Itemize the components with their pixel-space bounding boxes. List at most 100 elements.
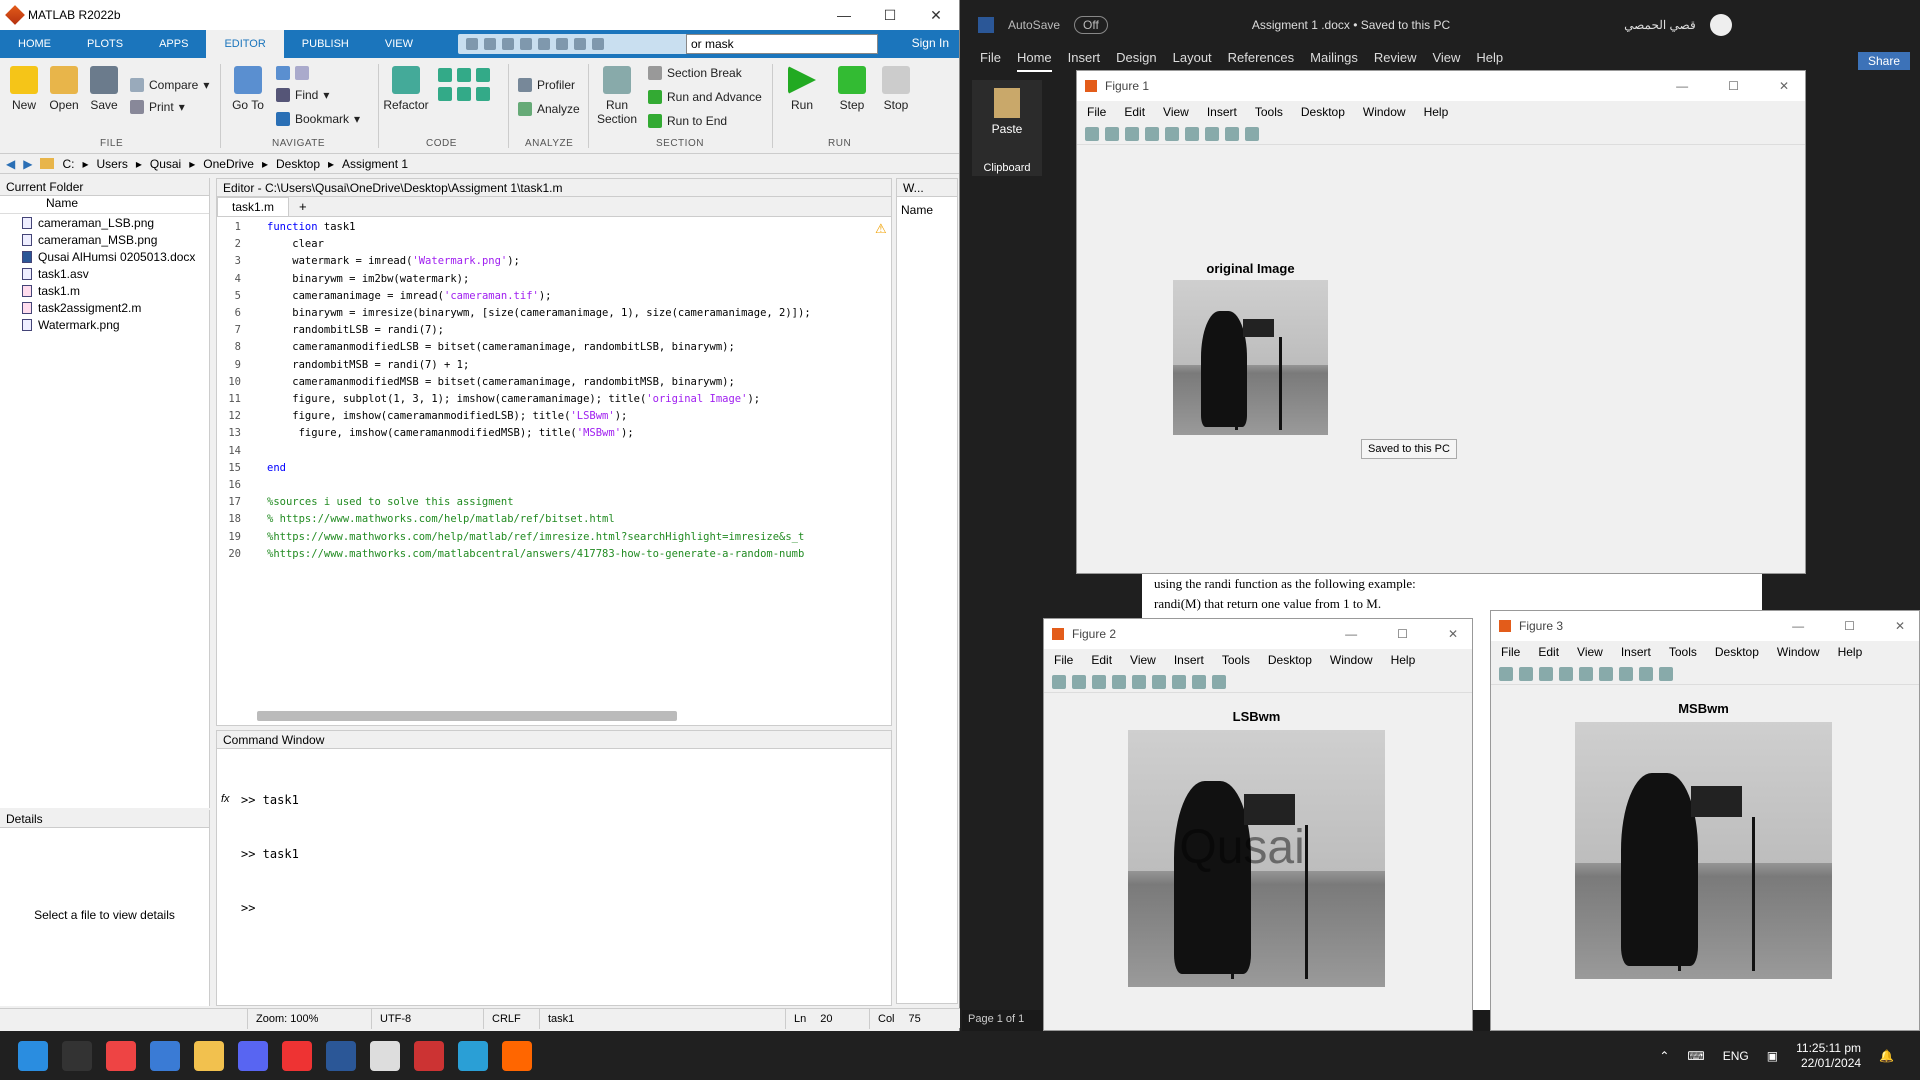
path-segment[interactable]: Qusai: [150, 157, 181, 171]
tab-home[interactable]: HOME: [0, 30, 69, 58]
menu-edit[interactable]: Edit: [1091, 653, 1112, 667]
matlab-icon[interactable]: [502, 1040, 532, 1071]
pointer-icon[interactable]: [1639, 666, 1653, 681]
menu-window[interactable]: Window: [1330, 653, 1373, 667]
legend-icon[interactable]: [1619, 666, 1633, 681]
save-button[interactable]: Save: [88, 66, 120, 112]
menu-view[interactable]: View: [1432, 50, 1460, 72]
code-area[interactable]: function task1 clear watermark = imread(…: [245, 219, 845, 563]
menu-tools[interactable]: Tools: [1222, 653, 1250, 667]
menu-help[interactable]: Help: [1476, 50, 1503, 72]
tab-apps[interactable]: APPS: [141, 30, 206, 58]
menu-file[interactable]: File: [1087, 105, 1106, 119]
save-icon[interactable]: [1539, 666, 1553, 681]
paste-icon[interactable]: [994, 88, 1020, 118]
menu-desktop[interactable]: Desktop: [1268, 653, 1312, 667]
minimize-button[interactable]: —: [1792, 619, 1804, 633]
menu-window[interactable]: Window: [1777, 645, 1820, 659]
print-icon[interactable]: [1559, 666, 1573, 681]
menu-tools[interactable]: Tools: [1255, 105, 1283, 119]
new-figure-icon[interactable]: [1052, 674, 1066, 689]
print-icon[interactable]: [1145, 126, 1159, 141]
avatar[interactable]: [1709, 14, 1732, 36]
refactor-button[interactable]: Refactor: [382, 66, 430, 112]
link-icon[interactable]: [1165, 126, 1179, 141]
section-break-button[interactable]: Section Break: [648, 66, 742, 80]
path-segment[interactable]: Assigment 1: [342, 157, 408, 171]
colorbar-icon[interactable]: [1152, 674, 1166, 689]
stop-button[interactable]: Stop: [876, 66, 916, 112]
link-icon[interactable]: [1132, 674, 1146, 689]
print-icon[interactable]: [1112, 674, 1126, 689]
list-item[interactable]: cameraman_LSB.png: [0, 214, 209, 231]
back-forward-icon[interactable]: [276, 66, 309, 80]
cut-icon[interactable]: [484, 38, 496, 50]
store-icon[interactable]: [150, 1040, 180, 1071]
notification-icon[interactable]: 🔔: [1879, 1049, 1894, 1063]
menu-view[interactable]: View: [1130, 653, 1156, 667]
undo-icon[interactable]: [538, 38, 550, 50]
sign-in-link[interactable]: Sign In: [912, 36, 949, 50]
winrar-icon[interactable]: [414, 1040, 444, 1071]
keyboard-icon[interactable]: ⌨: [1687, 1049, 1704, 1063]
language-indicator[interactable]: ENG: [1723, 1049, 1749, 1063]
pointer-icon[interactable]: [1225, 126, 1239, 141]
run-to-end-button[interactable]: Run to End: [648, 114, 727, 128]
menu-help[interactable]: Help: [1391, 653, 1416, 667]
menu-desktop[interactable]: Desktop: [1301, 105, 1345, 119]
list-item[interactable]: cameraman_MSB.png: [0, 231, 209, 248]
command-window[interactable]: Command Window >> task1 >> task1 >> fx: [216, 730, 892, 1006]
close-button[interactable]: ✕: [913, 0, 959, 30]
menu-view[interactable]: View: [1577, 645, 1603, 659]
doc-title[interactable]: Assigment 1 .docx • Saved to this PC: [1252, 18, 1450, 32]
share-button[interactable]: Share: [1857, 52, 1910, 70]
minimize-button[interactable]: —: [1345, 627, 1357, 641]
minimize-button[interactable]: —: [821, 0, 867, 30]
goto-button[interactable]: Go To: [228, 66, 268, 112]
new-figure-icon[interactable]: [1085, 126, 1099, 141]
forward-icon[interactable]: ▶: [23, 157, 32, 171]
list-item[interactable]: Qusai AlHumsi 0205013.docx: [0, 248, 209, 265]
find-button[interactable]: Find ▾: [276, 88, 329, 102]
print-button[interactable]: Print ▾: [130, 100, 185, 114]
pointer-icon[interactable]: [1192, 674, 1206, 689]
command-prompt[interactable]: >>: [241, 899, 891, 917]
open-button[interactable]: Open: [48, 66, 80, 112]
menu-references[interactable]: References: [1228, 50, 1294, 72]
save-icon[interactable]: [1125, 126, 1139, 141]
menu-tools[interactable]: Tools: [1669, 645, 1697, 659]
list-item[interactable]: Watermark.png: [0, 316, 209, 333]
name-column-header[interactable]: Name: [0, 196, 209, 214]
open-icon[interactable]: [1519, 666, 1533, 681]
tab-plots[interactable]: PLOTS: [69, 30, 141, 58]
copy-icon[interactable]: [502, 38, 514, 50]
paste-label[interactable]: Paste: [972, 122, 1042, 136]
legend-icon[interactable]: [1172, 674, 1186, 689]
menu-file[interactable]: File: [1501, 645, 1520, 659]
maximize-button[interactable]: ☐: [867, 0, 913, 30]
menu-view[interactable]: View: [1163, 105, 1189, 119]
search-icon[interactable]: [62, 1040, 92, 1071]
list-item[interactable]: task2assigment2.m: [0, 299, 209, 316]
maximize-button[interactable]: ☐: [1844, 619, 1855, 633]
paste-icon[interactable]: [520, 38, 532, 50]
discord-icon[interactable]: [238, 1040, 268, 1071]
menu-design[interactable]: Design: [1116, 50, 1156, 72]
bookmark-button[interactable]: Bookmark ▾: [276, 112, 360, 126]
menu-insert[interactable]: Insert: [1174, 653, 1204, 667]
autosave-toggle[interactable]: Off: [1074, 16, 1108, 34]
open-icon[interactable]: [1072, 674, 1086, 689]
paint-icon[interactable]: [458, 1040, 488, 1071]
menu-file[interactable]: File: [1054, 653, 1073, 667]
run-section-button[interactable]: Run Section: [594, 66, 640, 126]
menu-review[interactable]: Review: [1374, 50, 1417, 72]
back-icon[interactable]: ◀: [6, 157, 15, 171]
save-icon[interactable]: [466, 38, 478, 50]
clock[interactable]: 11:25:11 pm 22/01/2024: [1796, 1041, 1861, 1071]
property-icon[interactable]: [1659, 666, 1673, 681]
notepad-icon[interactable]: [370, 1040, 400, 1071]
menu-window[interactable]: Window: [1363, 105, 1406, 119]
redo-icon[interactable]: [556, 38, 568, 50]
minimize-button[interactable]: —: [1676, 79, 1688, 93]
maximize-button[interactable]: ☐: [1728, 79, 1739, 93]
